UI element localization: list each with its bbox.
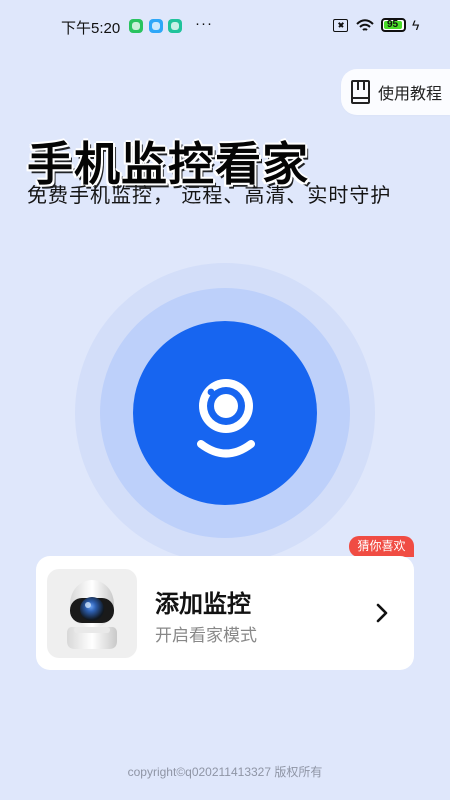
- camera-icon: [197, 379, 255, 458]
- blue-app-icon: [149, 19, 163, 33]
- battery-icon: 95: [381, 18, 406, 32]
- recommend-badge: 猜你喜欢: [349, 536, 414, 557]
- chevron-right-icon[interactable]: [374, 602, 390, 624]
- sim-icon: [333, 19, 348, 32]
- green-message-icon: [129, 19, 143, 33]
- wifi-icon: [356, 19, 374, 31]
- page-subtitle: 免费手机监控， 远程、高清、实时守护: [27, 183, 392, 207]
- charging-bolt-icon: ϟ: [412, 17, 420, 33]
- status-bar: 下午5:20 ··· 95 ϟ: [0, 0, 450, 52]
- security-camera-icon: [67, 580, 117, 649]
- teal-app-icon: [168, 19, 182, 33]
- tutorial-button[interactable]: 使用教程: [341, 69, 450, 115]
- security-camera-thumbnail: [47, 569, 137, 658]
- battery-level: 95: [387, 19, 399, 30]
- book-icon: [351, 80, 370, 104]
- status-time: 下午5:20: [61, 20, 121, 37]
- more-notifications-icon: ···: [195, 15, 213, 32]
- card-title: 添加监控: [155, 590, 251, 618]
- tutorial-label: 使用教程: [378, 84, 443, 103]
- card-description: 开启看家模式: [155, 626, 257, 646]
- copyright-text: copyright©q020211413327 版权所有: [127, 765, 323, 779]
